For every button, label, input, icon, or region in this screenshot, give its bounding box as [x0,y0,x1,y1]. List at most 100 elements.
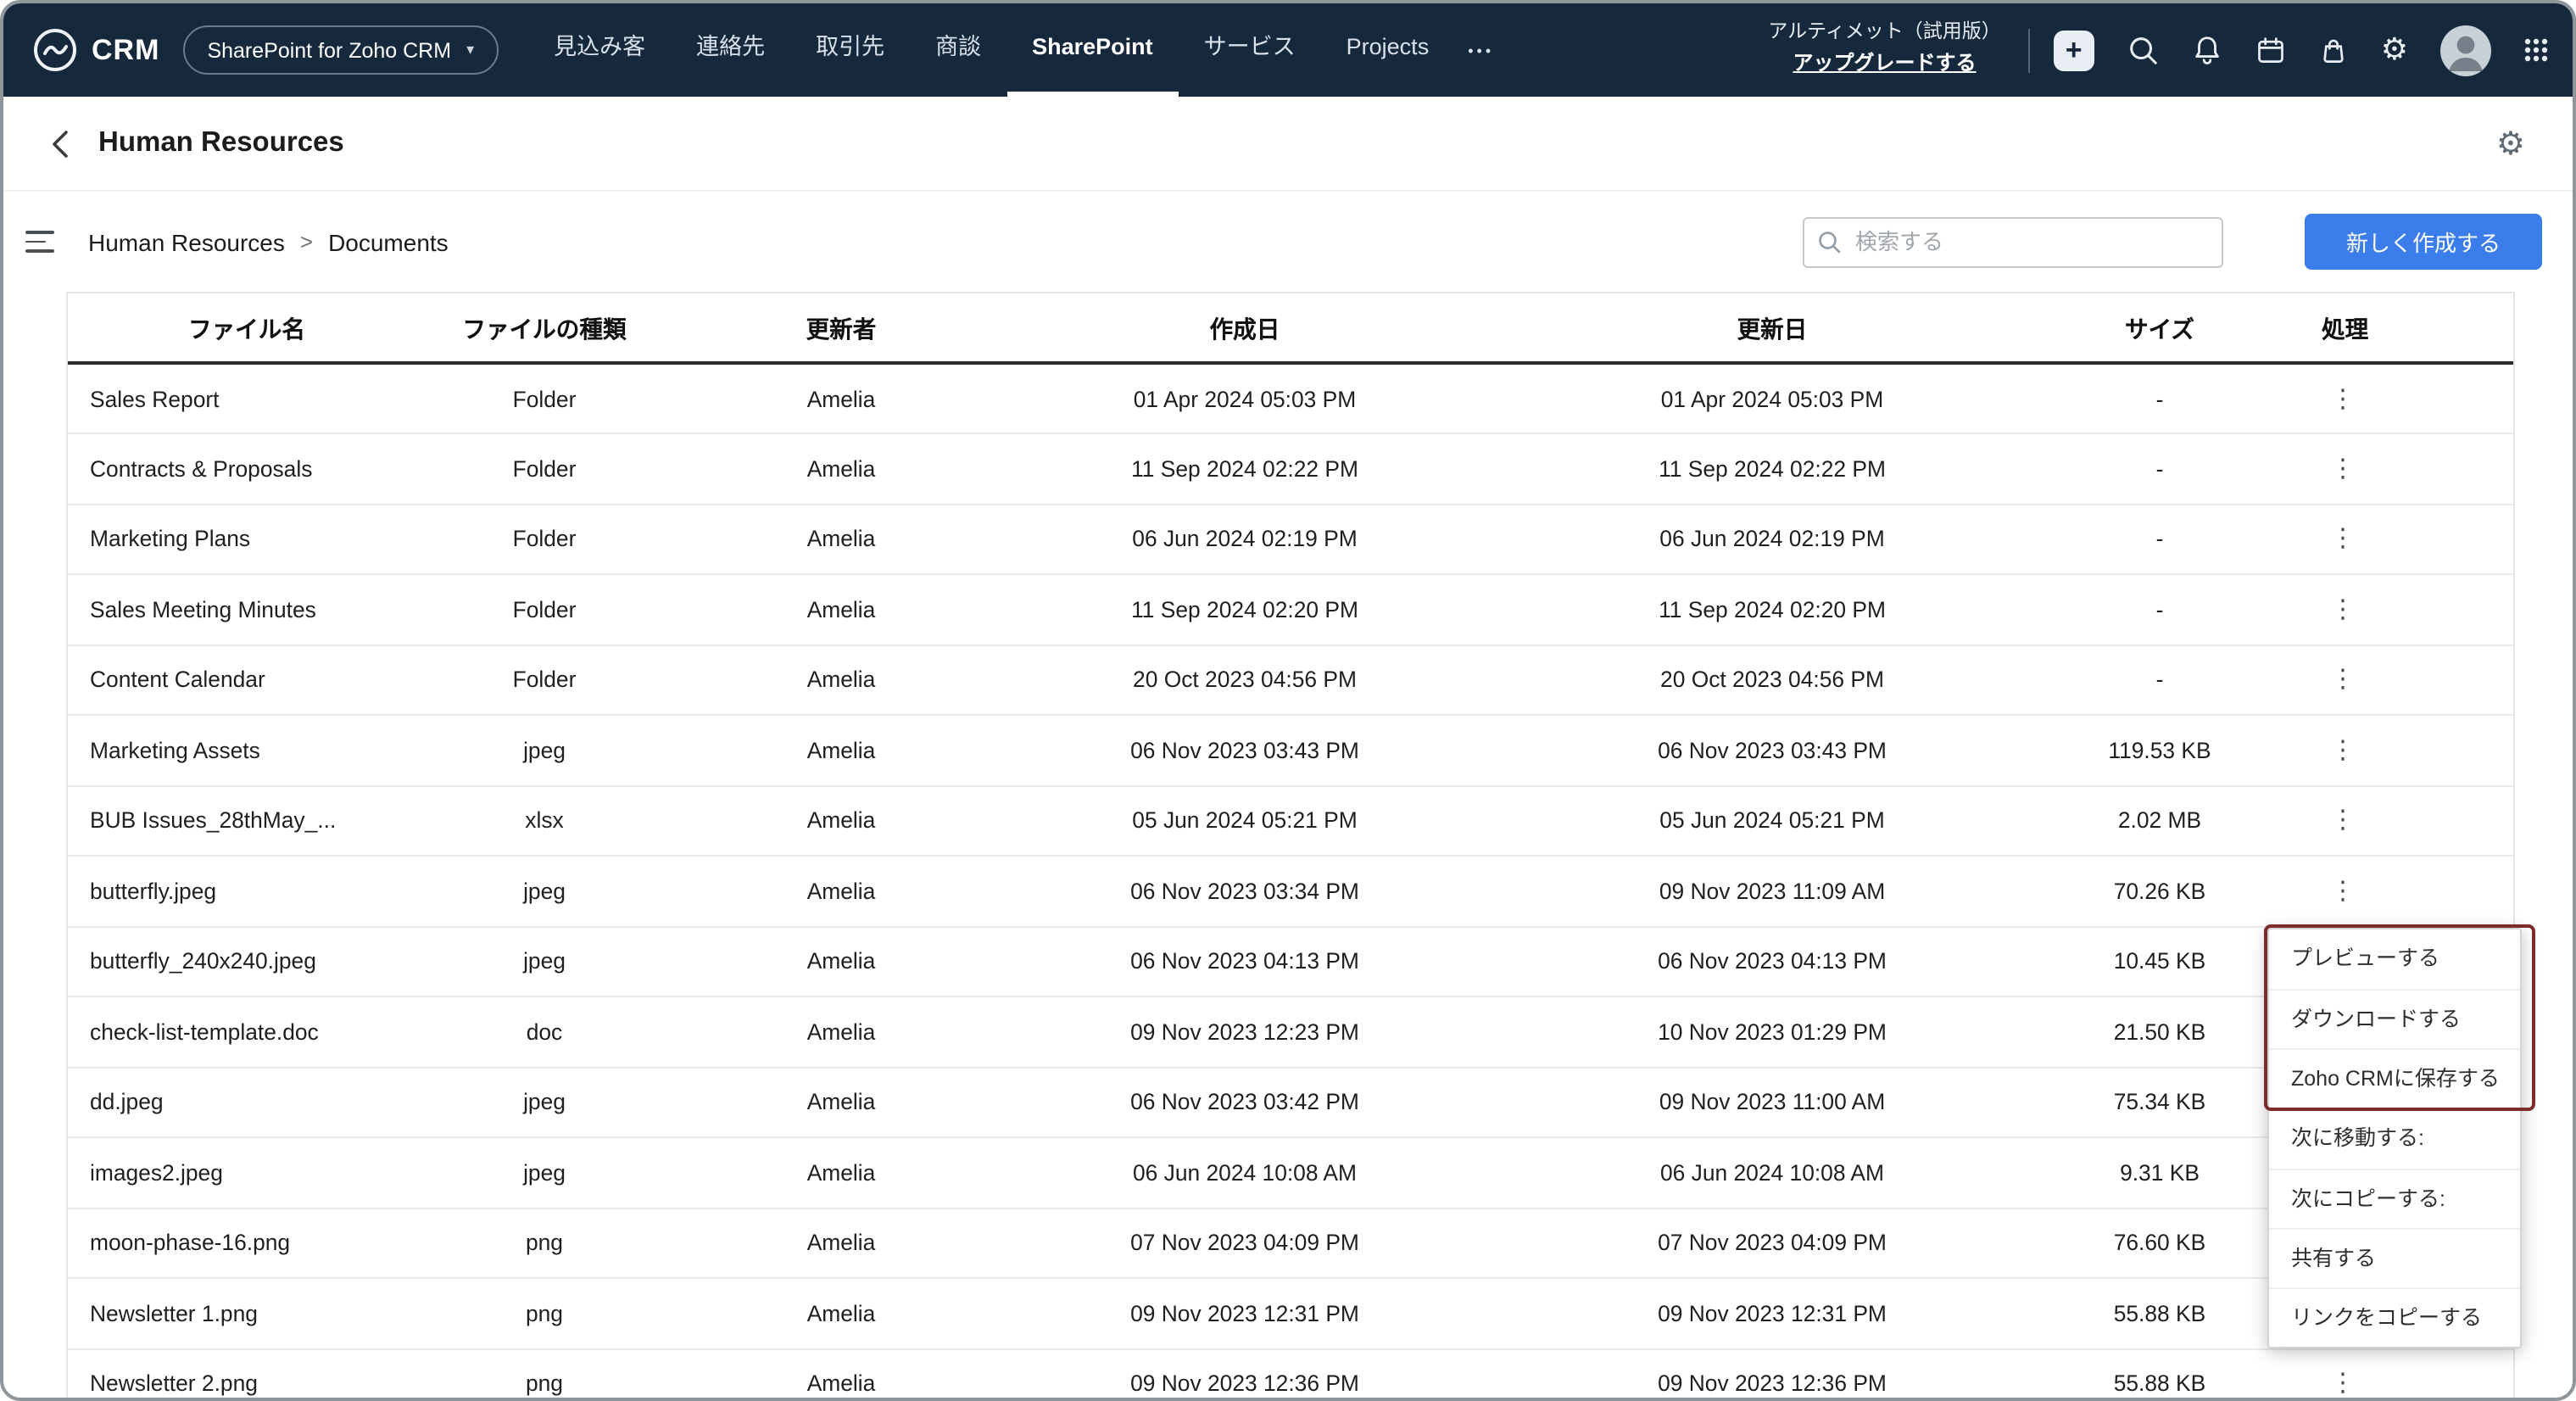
row-actions-icon[interactable]: ⋮ [2322,597,2364,622]
app-window: CRM SharePoint for Zoho CRM ▾ 見込み客 連絡先 取… [0,0,2576,1401]
more-menu-icon[interactable]: ••• [1454,42,1508,59]
table-row[interactable]: images2.jpeg jpeg Amelia 06 Jun 2024 10:… [68,1137,2513,1208]
created-date-cell: 05 Jun 2024 05:21 PM [1019,785,1470,856]
add-icon[interactable]: + [2054,30,2094,70]
created-date-cell: 09 Nov 2023 12:31 PM [1019,1278,1470,1348]
file-name-cell[interactable]: check-list-template.doc [68,996,426,1067]
zoho-logo-icon[interactable] [31,26,78,74]
row-actions-icon[interactable]: ⋮ [2322,667,2364,693]
file-name-cell[interactable]: Content Calendar [68,645,426,715]
column-header[interactable]: 処理 [2245,293,2513,363]
file-name-cell[interactable]: Marketing Assets [68,715,426,785]
file-name-cell[interactable]: Contracts & Proposals [68,433,426,504]
file-name-cell[interactable]: Sales Report [68,363,426,433]
avatar[interactable] [2440,25,2491,75]
row-actions-icon[interactable]: ⋮ [2322,386,2364,411]
plan-block: アルティメット（試用版） アップグレードする [1768,20,2000,80]
file-owner-cell: Amelia [663,1208,1019,1278]
table-row[interactable]: Sales Report Folder Amelia 01 Apr 2024 0… [68,363,2513,433]
table-header-row: ファイル名ファイルの種類更新者作成日更新日サイズ処理 [68,293,2513,363]
table-row[interactable]: Sales Meeting Minutes Folder Amelia 11 S… [68,574,2513,645]
back-button[interactable] [44,125,76,162]
file-type-cell: doc [426,996,663,1067]
file-size-cell: 9.31 KB [2074,1137,2245,1208]
file-size-cell: 10.45 KB [2074,926,2245,996]
brand-crm[interactable]: CRM [92,33,159,67]
topnav-item[interactable]: 取引先 [790,3,910,97]
file-type-cell: jpeg [426,1137,663,1208]
row-actions-icon[interactable]: ⋮ [2322,456,2364,482]
table-row[interactable]: Contracts & Proposals Folder Amelia 11 S… [68,433,2513,504]
topnav-item[interactable]: サービス [1179,3,1321,97]
topnav-item[interactable]: 商談 [910,3,1006,97]
file-name-cell[interactable]: Marketing Plans [68,504,426,574]
row-actions-cell: ⋮ [2245,363,2513,433]
file-name-cell[interactable]: Sales Meeting Minutes [68,574,426,645]
context-menu-item[interactable]: ダウンロードする [2269,989,2520,1048]
search-input[interactable] [1803,216,2223,267]
breadcrumb-current[interactable]: Documents [328,228,449,255]
column-header[interactable]: 作成日 [1019,293,1470,363]
column-header[interactable]: 更新日 [1470,293,2074,363]
created-date-cell: 06 Nov 2023 04:13 PM [1019,926,1470,996]
file-name-cell[interactable]: BUB Issues_28thMay_... [68,785,426,856]
settings-gear-icon[interactable]: ⚙ [2381,35,2408,65]
table-row[interactable]: check-list-template.doc doc Amelia 09 No… [68,996,2513,1067]
table-row[interactable]: moon-phase-16.png png Amelia 07 Nov 2023… [68,1208,2513,1278]
table-row[interactable]: Newsletter 2.png png Amelia 09 Nov 2023 … [68,1348,2513,1398]
topnav-item[interactable]: 見込み客 [528,3,671,97]
search-icon[interactable] [2127,34,2159,66]
row-actions-icon[interactable]: ⋮ [2322,738,2364,763]
column-header[interactable]: サイズ [2074,293,2245,363]
table-row[interactable]: BUB Issues_28thMay_... xlsx Amelia 05 Ju… [68,785,2513,856]
file-name-cell[interactable]: butterfly_240x240.jpeg [68,926,426,996]
file-name-cell[interactable]: moon-phase-16.png [68,1208,426,1278]
row-actions-icon[interactable]: ⋮ [2322,808,2364,834]
row-actions-icon[interactable]: ⋮ [2322,879,2364,904]
file-name-cell[interactable]: Newsletter 2.png [68,1348,426,1398]
table-row[interactable]: butterfly_240x240.jpeg jpeg Amelia 06 No… [68,926,2513,996]
context-menu-item[interactable]: 次に移動する: [2269,1109,2520,1169]
row-actions-icon[interactable]: ⋮ [2322,527,2364,552]
column-header[interactable]: 更新者 [663,293,1019,363]
row-actions-icon[interactable]: ⋮ [2322,1371,2364,1397]
file-name-cell[interactable]: butterfly.jpeg [68,856,426,926]
created-date-cell: 06 Nov 2023 03:42 PM [1019,1067,1470,1137]
apps-grid-icon[interactable] [2523,37,2549,63]
app-selector-label: SharePoint for Zoho CRM [207,38,451,62]
column-header[interactable]: ファイル名 [68,293,426,363]
notifications-bell-icon[interactable] [2191,34,2223,66]
menu-icon[interactable] [25,224,54,260]
app-selector-dropdown[interactable]: SharePoint for Zoho CRM ▾ [183,25,498,75]
file-type-cell: xlsx [426,785,663,856]
table-row[interactable]: butterfly.jpeg jpeg Amelia 06 Nov 2023 0… [68,856,2513,926]
column-header[interactable]: ファイルの種類 [426,293,663,363]
file-type-cell: jpeg [426,715,663,785]
created-date-cell: 11 Sep 2024 02:20 PM [1019,574,1470,645]
table-row[interactable]: Marketing Assets jpeg Amelia 06 Nov 2023… [68,715,2513,785]
documents-table: ファイル名ファイルの種類更新者作成日更新日サイズ処理 Sales Report … [66,292,2515,1398]
context-menu-item[interactable]: Zoho CRMに保存する [2269,1048,2520,1108]
table-row[interactable]: Content Calendar Folder Amelia 20 Oct 20… [68,645,2513,715]
file-name-cell[interactable]: Newsletter 1.png [68,1278,426,1348]
file-owner-cell: Amelia [663,1137,1019,1208]
breadcrumb-root[interactable]: Human Resources [88,228,285,255]
table-row[interactable]: Marketing Plans Folder Amelia 06 Jun 202… [68,504,2513,574]
create-new-button[interactable]: 新しく作成する [2305,214,2542,270]
context-menu-item[interactable]: 次にコピーする: [2269,1169,2520,1228]
marketplace-bag-icon[interactable] [2318,35,2349,65]
context-menu-item[interactable]: リンクをコピーする [2269,1287,2520,1347]
topnav-item[interactable]: SharePoint [1006,3,1179,97]
topnav-item[interactable]: 連絡先 [671,3,790,97]
calendar-icon[interactable] [2255,35,2286,65]
page-settings-gear-icon[interactable]: ⚙ [2496,125,2525,162]
upgrade-link[interactable]: アップグレードする [1793,50,1977,76]
table-row[interactable]: Newsletter 1.png png Amelia 09 Nov 2023 … [68,1278,2513,1348]
file-name-cell[interactable]: images2.jpeg [68,1137,426,1208]
table-row[interactable]: dd.jpeg jpeg Amelia 06 Nov 2023 03:42 PM… [68,1067,2513,1137]
topnav-item[interactable]: Projects [1321,3,1455,97]
file-name-cell[interactable]: dd.jpeg [68,1067,426,1137]
context-menu-item[interactable]: 共有する [2269,1228,2520,1287]
row-actions-cell: ⋮ [2245,1348,2513,1398]
context-menu-item[interactable]: プレビューする [2269,929,2520,989]
